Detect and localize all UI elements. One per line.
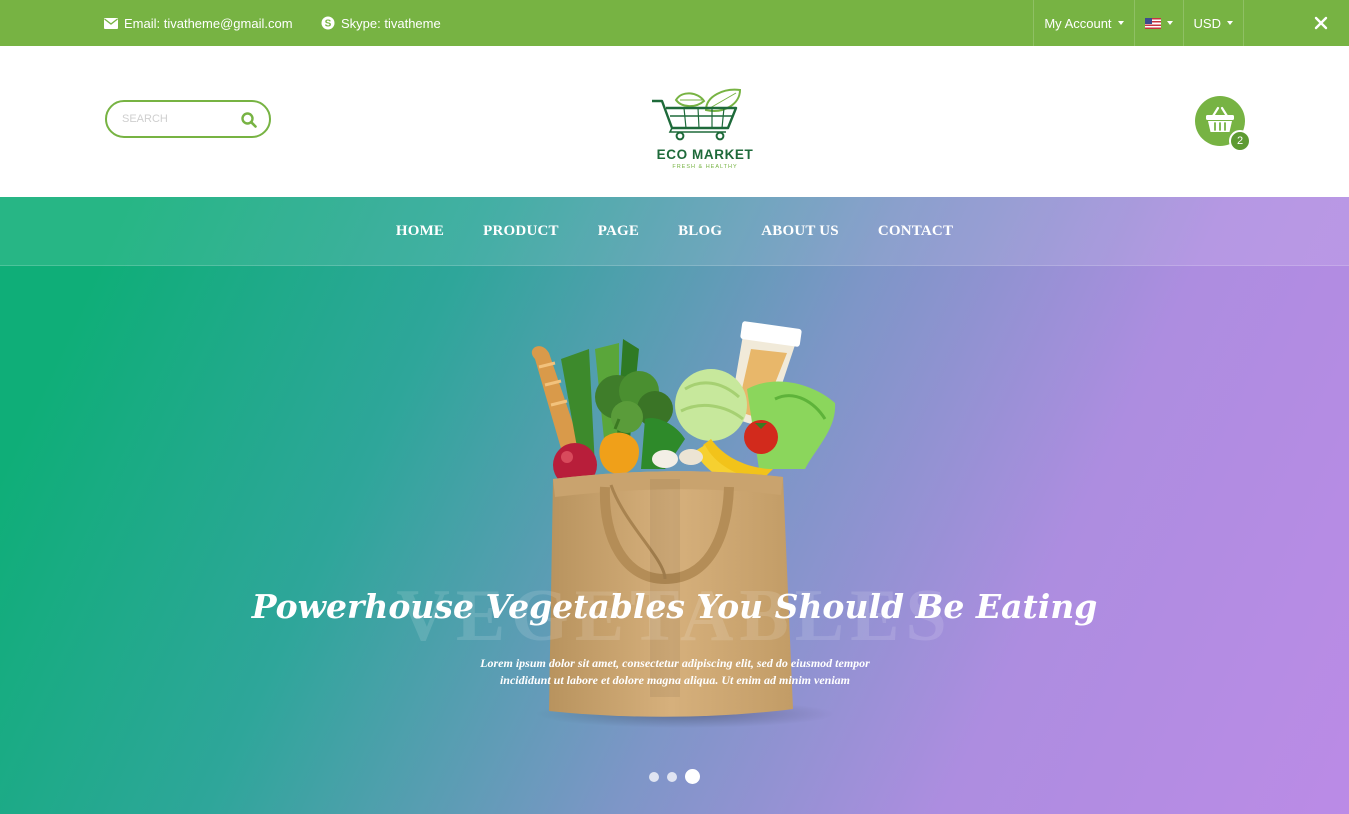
chevron-down-icon <box>1166 21 1173 25</box>
search-input[interactable] <box>122 110 232 128</box>
chevron-down-icon <box>1227 21 1233 25</box>
chevron-down-icon <box>1117 21 1124 25</box>
nav-item-product[interactable]: PRODUCT <box>483 223 559 240</box>
slider-pagination <box>649 769 700 784</box>
nav-item-home[interactable]: HOME <box>396 223 444 240</box>
logo-cart-leaf-icon <box>652 88 742 141</box>
top-bar: Email: tivatheme@gmail.com S Skype: tiva… <box>0 0 1349 46</box>
site-header: ECO MARKET FRESH & HEALTHY 2 <box>0 46 1349 197</box>
nav-item-blog[interactable]: BLOG <box>678 223 722 240</box>
envelope-icon <box>104 17 118 29</box>
email-text: Email: tivatheme@gmail.com <box>124 15 293 31</box>
site-logo[interactable]: ECO MARKET FRESH & HEALTHY <box>640 88 770 172</box>
my-account-label: My Account <box>1044 15 1112 31</box>
cart-count-badge: 2 <box>1229 130 1251 152</box>
close-icon[interactable] <box>1311 13 1331 33</box>
slider-dot-3[interactable] <box>685 769 700 784</box>
us-flag-icon <box>1144 17 1161 29</box>
slider-dot-1[interactable] <box>649 771 659 782</box>
skype-text: Skype: tivatheme <box>341 15 441 31</box>
top-bar-dropdowns: My Account USD <box>1033 0 1244 46</box>
search-box <box>105 100 271 138</box>
my-account-dropdown[interactable]: My Account <box>1033 0 1133 46</box>
slide-description-line-2: incididunt ut labore et dolore magna ali… <box>499 673 851 687</box>
logo-name: ECO MARKET <box>656 147 754 162</box>
nav-item-page[interactable]: PAGE <box>598 223 639 240</box>
hero-slider: HOME PRODUCT PAGE BLOG ABOUT US CONTACT <box>0 197 1349 814</box>
main-navigation: HOME PRODUCT PAGE BLOG ABOUT US CONTACT <box>0 197 1349 266</box>
nav-item-contact[interactable]: CONTACT <box>878 223 953 240</box>
slide-description-line-1: Lorem ipsum dolor sit amet, consectetur … <box>480 656 870 670</box>
search-icon[interactable] <box>240 111 258 129</box>
cart-button[interactable]: 2 <box>1195 96 1251 152</box>
email-contact[interactable]: Email: tivatheme@gmail.com <box>104 0 293 46</box>
language-dropdown[interactable] <box>1133 0 1183 46</box>
logo-tagline: FRESH & HEALTHY <box>672 164 738 170</box>
skype-icon: S <box>321 16 335 30</box>
skype-contact[interactable]: S Skype: tivatheme <box>321 0 441 46</box>
slide-description: Lorem ipsum dolor sit amet, consectetur … <box>440 655 910 689</box>
currency-dropdown[interactable]: USD <box>1182 0 1244 46</box>
slide-headline: Powerhouse Vegetables You Should Be Eati… <box>251 587 1098 626</box>
nav-item-about-us[interactable]: ABOUT US <box>761 223 839 240</box>
slider-dot-2[interactable] <box>667 771 677 782</box>
svg-text:S: S <box>325 19 332 30</box>
currency-label: USD <box>1193 15 1221 31</box>
